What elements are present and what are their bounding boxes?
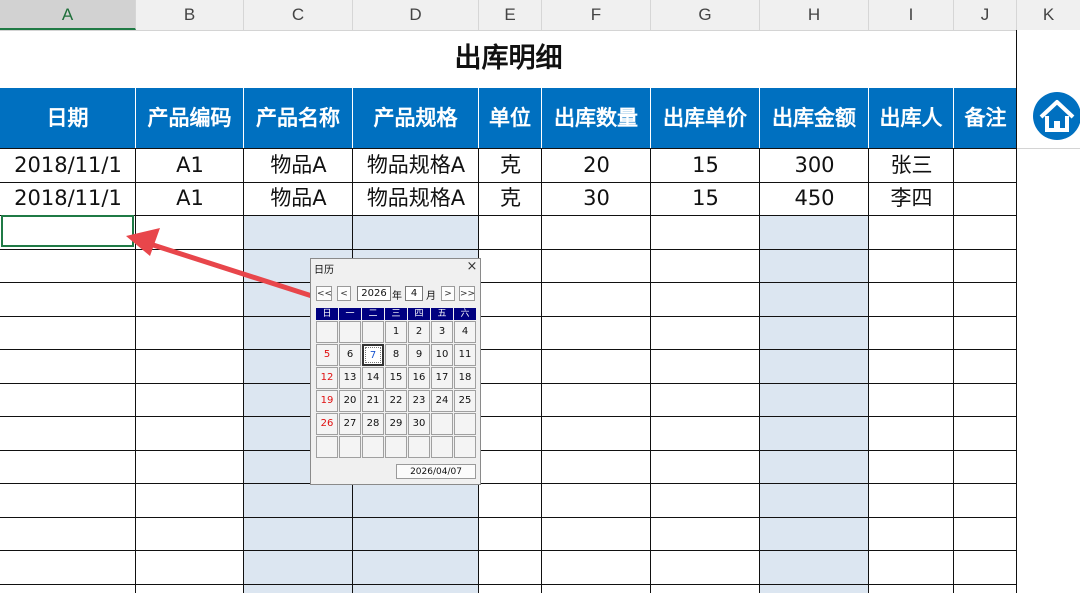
calendar-empty-cell	[385, 436, 407, 458]
calendar-day[interactable]: 21	[362, 390, 384, 412]
calendar-day[interactable]: 20	[339, 390, 361, 412]
calendar-day[interactable]: 6	[339, 344, 361, 366]
year-label: 年	[392, 291, 402, 302]
calendar-empty-cell	[339, 436, 361, 458]
calendar-empty-cell	[362, 321, 384, 343]
calendar-day[interactable]: 22	[385, 390, 407, 412]
next-month-button[interactable]: >	[441, 286, 455, 301]
month-field[interactable]: 4	[405, 286, 423, 301]
calendar-empty-cell	[408, 436, 430, 458]
calendar-day[interactable]: 9	[408, 344, 430, 366]
calendar-empty-cell	[362, 436, 384, 458]
calendar-day[interactable]: 17	[431, 367, 453, 389]
calendar-empty-cell	[316, 321, 338, 343]
calendar-empty-cell	[454, 413, 476, 435]
weekday-label: 五	[431, 308, 453, 320]
calendar-day[interactable]: 29	[385, 413, 407, 435]
calendar-day[interactable]: 10	[431, 344, 453, 366]
month-label: 月	[426, 291, 436, 302]
calendar-title: 日历	[314, 265, 334, 276]
calendar-day[interactable]: 7	[362, 344, 384, 366]
weekday-label: 日	[316, 308, 338, 320]
calendar-day[interactable]: 12	[316, 367, 338, 389]
calendar-day[interactable]: 24	[431, 390, 453, 412]
calendar-empty-cell	[339, 321, 361, 343]
calendar-day[interactable]: 27	[339, 413, 361, 435]
calendar-empty-cell	[431, 436, 453, 458]
calendar-day[interactable]: 25	[454, 390, 476, 412]
calendar-empty-cell	[431, 413, 453, 435]
calendar-empty-cell	[316, 436, 338, 458]
weekday-label: 二	[362, 308, 384, 320]
calendar-empty-cell	[454, 436, 476, 458]
calendar-day[interactable]: 26	[316, 413, 338, 435]
prev-year-button[interactable]: <<	[316, 286, 332, 301]
calendar-day[interactable]: 2	[408, 321, 430, 343]
selected-date-field[interactable]: 2026/04/07	[396, 464, 476, 479]
calendar-day[interactable]: 15	[385, 367, 407, 389]
weekday-label: 一	[339, 308, 361, 320]
calendar-popup[interactable]: 日历 × << < 2026 年 4 月 > >> 日一二三四五六 123456…	[310, 258, 481, 485]
next-year-button[interactable]: >>	[459, 286, 475, 301]
weekday-label: 三	[385, 308, 407, 320]
calendar-day[interactable]: 8	[385, 344, 407, 366]
calendar-day[interactable]: 13	[339, 367, 361, 389]
weekday-label: 六	[454, 308, 476, 320]
calendar-day[interactable]: 28	[362, 413, 384, 435]
calendar-day[interactable]: 11	[454, 344, 476, 366]
calendar-day[interactable]: 14	[362, 367, 384, 389]
calendar-day[interactable]: 3	[431, 321, 453, 343]
calendar-day[interactable]: 16	[408, 367, 430, 389]
weekday-label: 四	[408, 308, 430, 320]
calendar-day[interactable]: 19	[316, 390, 338, 412]
year-field[interactable]: 2026	[357, 286, 391, 301]
calendar-day[interactable]: 23	[408, 390, 430, 412]
annotation-arrow	[126, 228, 315, 299]
prev-month-button[interactable]: <	[337, 286, 351, 301]
calendar-day[interactable]: 4	[454, 321, 476, 343]
calendar-day[interactable]: 18	[454, 367, 476, 389]
calendar-day[interactable]: 1	[385, 321, 407, 343]
calendar-day[interactable]: 30	[408, 413, 430, 435]
close-icon[interactable]: ×	[466, 259, 478, 274]
calendar-day[interactable]: 5	[316, 344, 338, 366]
